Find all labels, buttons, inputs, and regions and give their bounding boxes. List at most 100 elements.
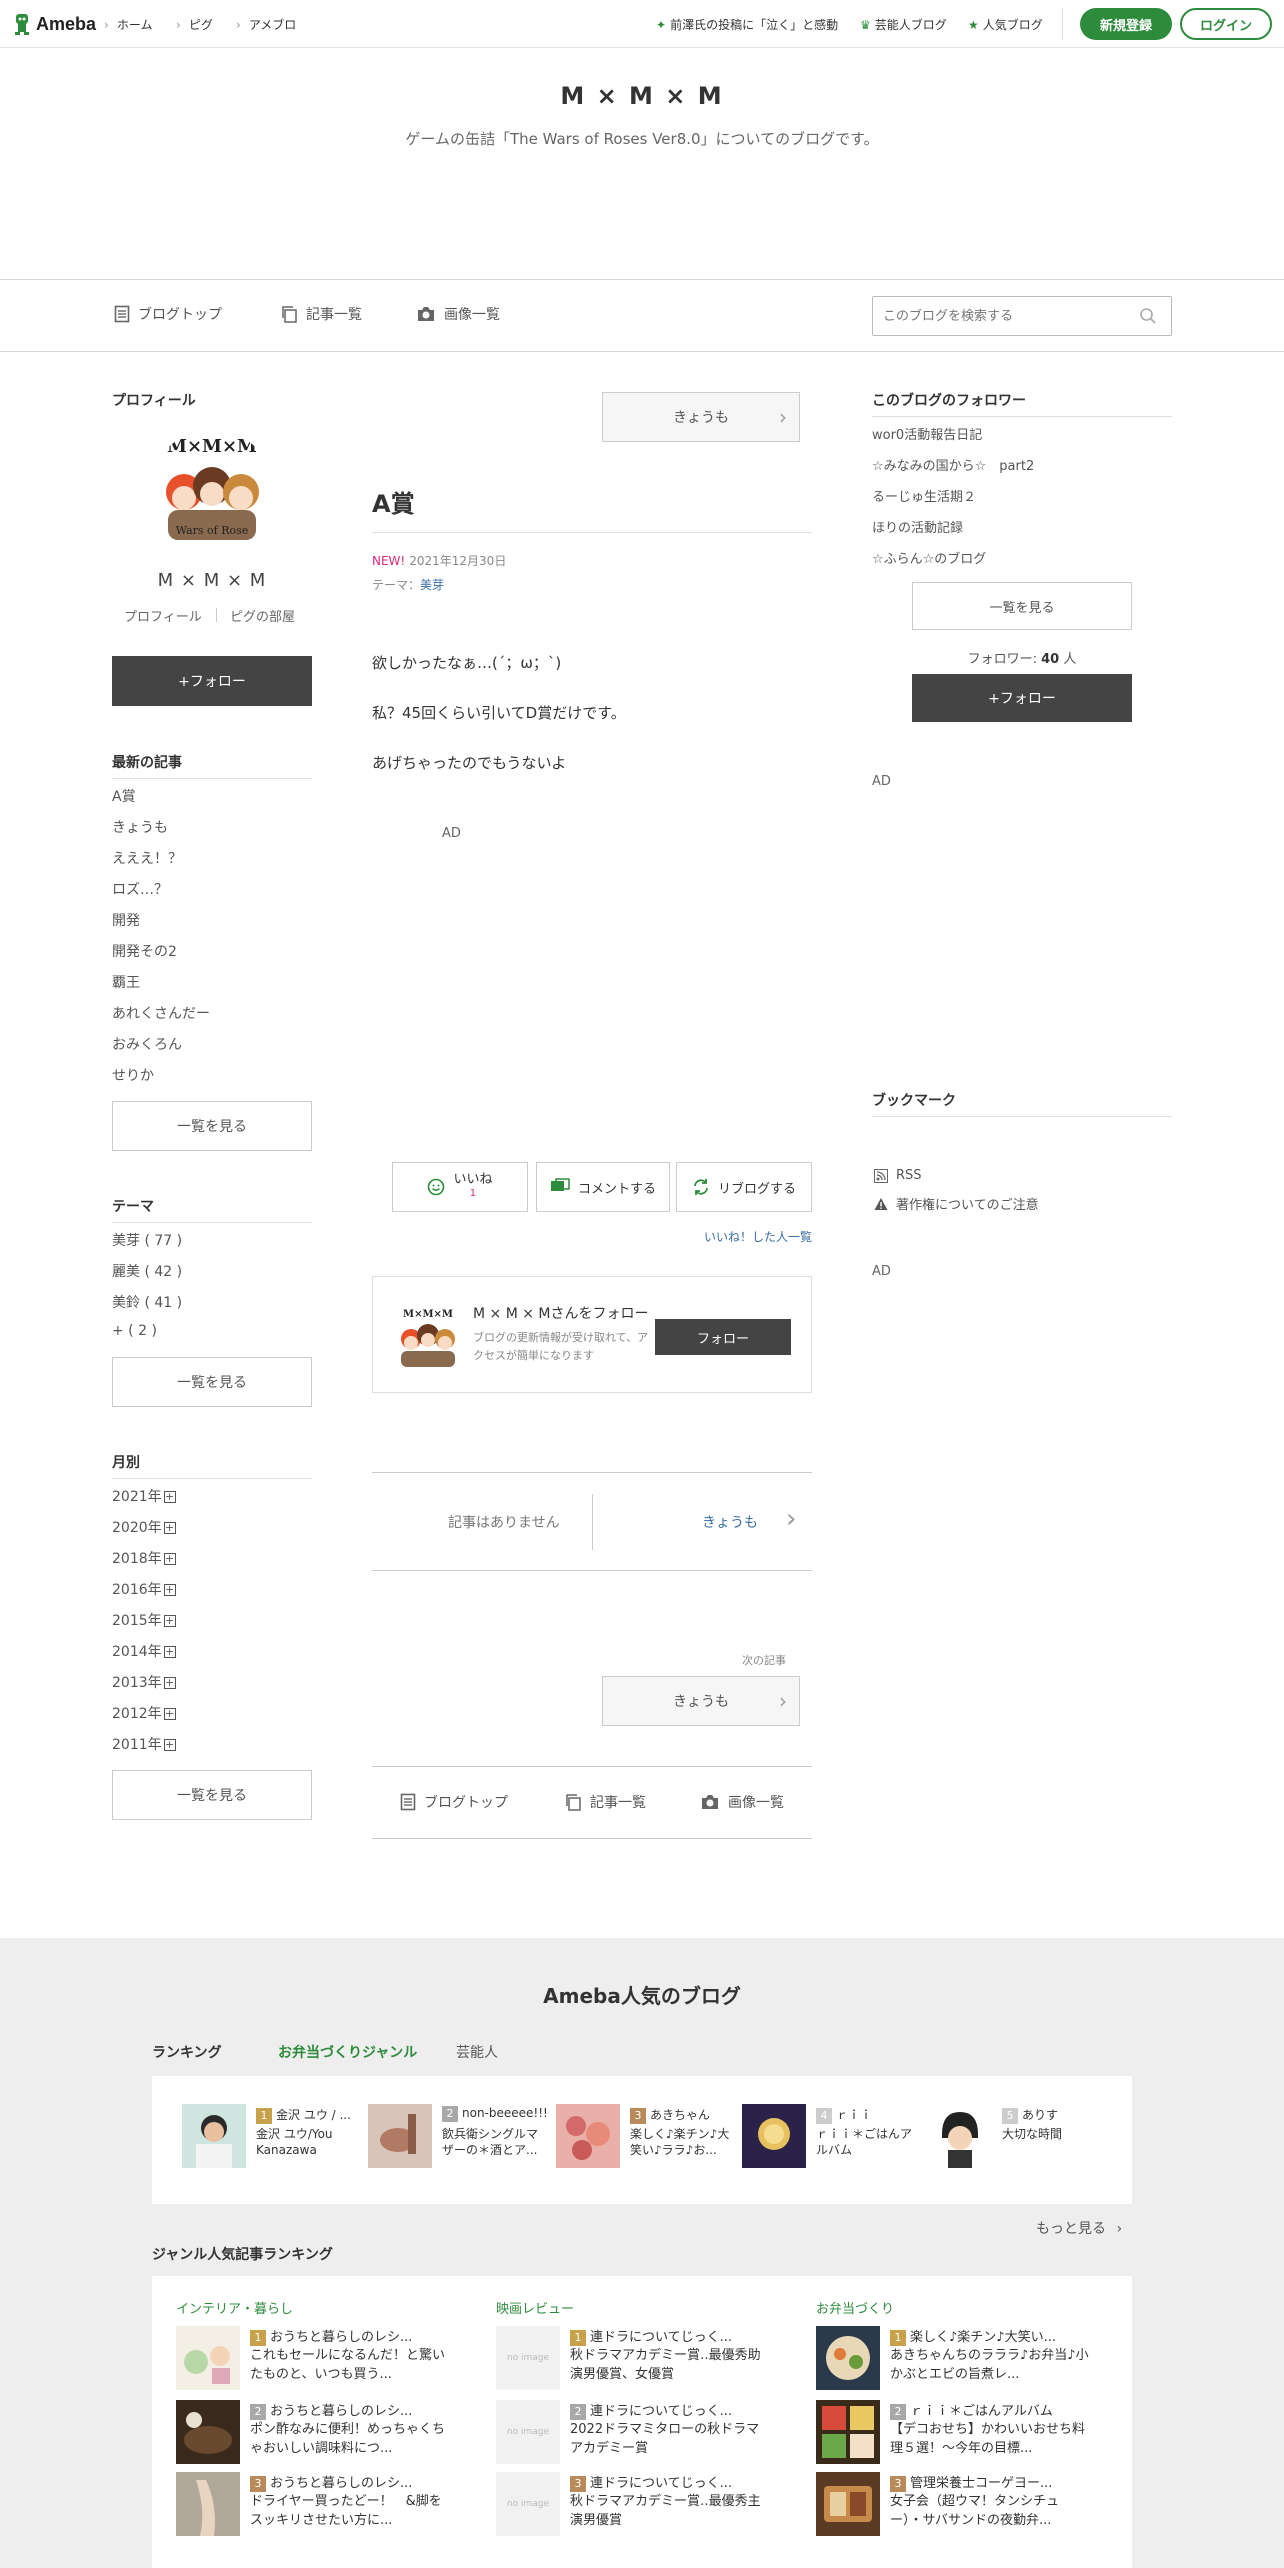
theme-link[interactable]: 美芽 ( 77 ) (112, 1230, 182, 1250)
recent-article-link[interactable]: 覇王 (112, 972, 140, 992)
profile-follow-button[interactable]: +フォロー (112, 656, 312, 706)
follower-blog-link[interactable]: るーじゅ生活期２ (872, 486, 976, 505)
trending-news-link[interactable]: ✦ 前澤氏の投稿に「泣く」と感動 (656, 16, 838, 33)
recent-article-link[interactable]: えええ！？ (112, 848, 182, 868)
theme-link[interactable]: 美鈴 ( 41 ) (112, 1292, 182, 1312)
genre-article-item[interactable]: 3 管理栄養士コーゲヨー... 女子会（超ウマ！タンシチュー）・サバサンドの夜勤弁… (816, 2472, 1116, 2538)
signup-button[interactable]: 新規登録 (1080, 8, 1172, 40)
reblog-button[interactable]: リブログする (676, 1162, 812, 1212)
bottom-nav-blog-top[interactable]: ブログトップ (400, 1792, 508, 1812)
genre-article-item[interactable]: no image 2 連ドラについてじっく... 2022ドラマミタローの秋ドラマ… (496, 2400, 796, 2466)
prev-article-button[interactable]: きょうも › (602, 392, 800, 442)
recent-article-link[interactable]: せりか (112, 1065, 154, 1085)
recent-article-link[interactable]: おみくろん (112, 1034, 182, 1054)
genre-article-item[interactable]: no image 1 連ドラについてじっく... 秋ドラマアカデミー賞‥最優秀助演… (496, 2326, 796, 2392)
article-meta: NEW! 2021年12月30日 (372, 552, 506, 569)
theme-more-button[interactable]: 一覧を見る (112, 1357, 312, 1407)
nav-home-link[interactable]: ホーム (104, 16, 153, 33)
expand-plus-icon[interactable]: + (163, 1739, 176, 1751)
recent-article-link[interactable]: きょうも (112, 817, 168, 837)
more-ranking-link[interactable]: もっと見る › (1036, 2218, 1122, 2238)
next-article-link[interactable]: きょうも (702, 1512, 758, 1532)
month-item[interactable]: 2014年 + (112, 1641, 176, 1661)
recent-article-link[interactable]: 開発その2 (112, 941, 177, 961)
celebrity-blog-label: 芸能人ブログ (874, 18, 947, 32)
blog-search-input[interactable] (873, 297, 1123, 335)
expand-plus-icon[interactable]: + (163, 1491, 176, 1503)
month-item[interactable]: 2016年 + (112, 1579, 176, 1599)
genre-article-item[interactable]: no image 3 連ドラについてじっく... 秋ドラマアカデミー賞‥最優秀主演… (496, 2472, 796, 2538)
next-article-button[interactable]: きょうも › (602, 1676, 800, 1726)
expand-plus-icon[interactable]: + (163, 1708, 176, 1720)
copyright-notice-link[interactable]: 著作権についてのご注意 (874, 1194, 1039, 1213)
genre-article-item[interactable]: 3 おうちと暮らしのレシ... ドライヤー買ったどー！ &脚をスッキリさせたい方に… (176, 2472, 476, 2538)
month-item[interactable]: 2015年 + (112, 1610, 176, 1630)
pigg-room-link[interactable]: ピグの部屋 (230, 606, 295, 625)
follow-card-button[interactable]: フォロー (655, 1319, 791, 1355)
genre-article-item[interactable]: 2 ｒｉｉ＊ごはんアルバム 【デコおせち】かわいいおせち料理５選！～今年の目標..… (816, 2400, 1116, 2466)
expand-plus-icon[interactable]: + (163, 1677, 176, 1689)
ranking-card[interactable]: 5 ありす 大切な時間 (928, 2104, 1108, 2174)
recent-article-link[interactable]: ロズ…？ (112, 879, 168, 899)
profile-name[interactable]: M × M × M (112, 570, 312, 591)
month-item[interactable]: 2013年 + (112, 1672, 176, 1692)
theme-link[interactable]: 麗美 ( 42 ) (112, 1261, 182, 1281)
expand-plus-icon[interactable]: + (163, 1553, 176, 1565)
celebrity-blog-link[interactable]: ♛ 芸能人ブログ (860, 16, 947, 33)
month-item[interactable]: 2018年 + (112, 1548, 176, 1568)
follower-blog-link[interactable]: ほりの活動記録 (872, 517, 963, 536)
expand-plus-icon[interactable]: + (163, 1584, 176, 1596)
theme-link[interactable]: + ( 2 ) (112, 1323, 157, 1339)
ranking-card[interactable]: 4 ｒｉｉ ｒｉｉ＊ごはんアルバム (742, 2104, 922, 2174)
nav-pigg-link[interactable]: ピグ (176, 16, 213, 33)
tab-celebrity[interactable]: 芸能人 (456, 2042, 498, 2062)
genre-title-movie[interactable]: 映画レビュー (496, 2298, 574, 2317)
genre-article-item[interactable]: 1 楽しく♪楽チン♪大笑い... あきちゃんちのラララ♪お弁当♪小かぶとエビの旨煮… (816, 2326, 1116, 2392)
month-item[interactable]: 2012年 + (112, 1703, 176, 1723)
nav-image-list[interactable]: 画像一覧 (416, 304, 500, 324)
nav-ameblo-link[interactable]: アメブロ (236, 16, 296, 33)
genre-article-item[interactable]: 2 おうちと暮らしのレシ... ポン酢なみに便利！めっちゃくちゃおいしい調味料につ… (176, 2400, 476, 2466)
genre-title-bento[interactable]: お弁当づくり (816, 2298, 894, 2317)
ranking-card[interactable]: 1 金沢 ユウ / ... 金沢 ユウ/You Kanazawa (182, 2104, 362, 2174)
recent-article-link[interactable]: 開発 (112, 910, 140, 930)
comment-button[interactable]: コメントする (536, 1162, 670, 1212)
genre-article-item[interactable]: 1 おうちと暮らしのレシ... これもセールになるんだ！と驚いたものと、いつも買う… (176, 2326, 476, 2392)
follower-blog-link[interactable]: ☆ふらん☆のブログ (872, 548, 986, 567)
nav-article-list[interactable]: 記事一覧 (280, 304, 362, 324)
ranking-card[interactable]: 3 あきちゃん 楽しく♪楽チン♪大笑い♪ララ♪お... (556, 2104, 736, 2174)
profile-link[interactable]: プロフィール (124, 606, 202, 625)
expand-plus-icon[interactable]: + (163, 1646, 176, 1658)
follower-blog-link[interactable]: wor0活動報告日記 (872, 424, 982, 443)
genre-title-interior[interactable]: インテリア・暮らし (176, 2298, 293, 2317)
recent-article-link[interactable]: A賞 (112, 786, 136, 806)
bottom-nav-article-list[interactable]: 記事一覧 (564, 1792, 646, 1812)
follower-blog-link[interactable]: ☆みなみの国から☆ part2 (872, 455, 1034, 474)
month-item[interactable]: 2020年 + (112, 1517, 176, 1537)
popular-blog-link[interactable]: ★ 人気ブログ (968, 16, 1043, 33)
recent-article-link[interactable]: あれくさんだー (112, 1003, 210, 1023)
expand-plus-icon[interactable]: + (163, 1615, 176, 1627)
article-title[interactable]: A賞 (372, 484, 415, 519)
month-item[interactable]: 2011年 + (112, 1734, 176, 1754)
rank-badge: 3 (630, 2108, 646, 2124)
rss-link[interactable]: RSS (874, 1168, 922, 1183)
nav-blog-top[interactable]: ブログトップ (114, 304, 222, 324)
blog-title[interactable]: M × M × M (0, 82, 1284, 110)
profile-avatar[interactable]: M×M×M Wars of Rose (148, 430, 276, 558)
article-theme-link[interactable]: 美芽 (420, 578, 444, 592)
followers-more-button[interactable]: 一覧を見る (912, 582, 1132, 630)
ranking-card[interactable]: 2 non-beeeee!!! 飲兵衛シングルマザーの＊酒とア... (368, 2104, 548, 2174)
like-button[interactable]: いいね 1 (392, 1162, 528, 1212)
tab-bento-genre[interactable]: お弁当づくりジャンル (278, 2042, 417, 2062)
search-icon[interactable] (1139, 307, 1157, 325)
login-button[interactable]: ログイン (1180, 8, 1272, 40)
recent-more-button[interactable]: 一覧を見る (112, 1101, 312, 1151)
bottom-nav-image-list[interactable]: 画像一覧 (700, 1792, 784, 1812)
right-follow-button[interactable]: +フォロー (912, 674, 1132, 722)
month-item[interactable]: 2021年 + (112, 1486, 176, 1506)
ameba-logo[interactable]: Ameba (12, 12, 96, 36)
expand-plus-icon[interactable]: + (163, 1522, 176, 1534)
liked-users-link[interactable]: いいね！した人一覧 (704, 1228, 812, 1245)
monthly-more-button[interactable]: 一覧を見る (112, 1770, 312, 1820)
